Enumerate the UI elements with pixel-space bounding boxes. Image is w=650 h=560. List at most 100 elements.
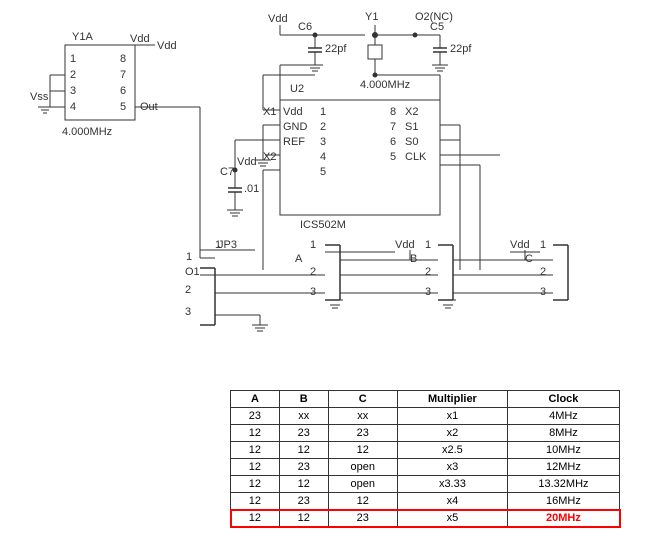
table-cell: open	[328, 459, 397, 476]
table-cell: 10MHz	[507, 442, 619, 459]
table-cell: x2	[397, 425, 507, 442]
svg-text:3: 3	[320, 136, 326, 148]
svg-text:1: 1	[70, 53, 76, 65]
table-cell: 12	[279, 476, 328, 493]
svg-text:7: 7	[390, 121, 396, 133]
table-row: 122323x28MHz	[231, 425, 620, 442]
col-header-c: C	[328, 391, 397, 408]
table-cell: 12	[279, 510, 328, 527]
table-cell: 23	[231, 408, 280, 425]
svg-text:2: 2	[320, 121, 326, 133]
table-row: 121223x520MHz	[231, 510, 620, 527]
svg-text:4: 4	[70, 101, 76, 113]
svg-text:1: 1	[540, 239, 546, 251]
table-cell: 13.32MHz	[507, 476, 619, 493]
svg-text:Vdd: Vdd	[268, 13, 288, 25]
table-cell: 12	[231, 493, 280, 510]
table-cell: x1	[397, 408, 507, 425]
table-row: 122312x416MHz	[231, 493, 620, 510]
svg-text:Vdd: Vdd	[157, 40, 177, 52]
table-cell: 8MHz	[507, 425, 619, 442]
table-cell: 23	[328, 425, 397, 442]
svg-text:REF: REF	[283, 136, 305, 148]
svg-text:8: 8	[390, 106, 396, 118]
svg-text:2: 2	[70, 69, 76, 81]
svg-text:3: 3	[310, 286, 316, 298]
svg-text:.01: .01	[244, 183, 259, 195]
table-row: 1223openx312MHz	[231, 459, 620, 476]
svg-text:1: 1	[320, 106, 326, 118]
table-cell: 12	[231, 425, 280, 442]
table-cell: 23	[328, 510, 397, 527]
svg-text:C6: C6	[298, 21, 312, 33]
svg-text:3: 3	[70, 85, 76, 97]
svg-text:X2: X2	[405, 106, 418, 118]
table-row: 23xxxxx14MHz	[231, 408, 620, 425]
svg-text:Vdd: Vdd	[395, 239, 415, 251]
svg-text:B: B	[410, 253, 417, 265]
svg-text:Y1: Y1	[365, 11, 378, 23]
table-cell: x3	[397, 459, 507, 476]
svg-text:A: A	[295, 253, 303, 265]
svg-text:ICS502M: ICS502M	[300, 219, 346, 231]
col-header-a: A	[231, 391, 280, 408]
svg-text:X1: X1	[263, 106, 276, 118]
table-cell: 20MHz	[507, 510, 619, 527]
svg-text:3: 3	[425, 286, 431, 298]
table-cell: 16MHz	[507, 493, 619, 510]
table-cell: 12	[231, 459, 280, 476]
svg-text:S0: S0	[405, 136, 418, 148]
svg-text:Vdd: Vdd	[510, 239, 530, 251]
svg-text:1: 1	[310, 239, 316, 251]
svg-text:O2(NC): O2(NC)	[415, 11, 453, 23]
svg-text:2: 2	[540, 266, 546, 278]
svg-text:2: 2	[185, 284, 191, 296]
table-cell: x3.33	[397, 476, 507, 493]
svg-text:22pf: 22pf	[450, 43, 472, 55]
svg-text:1: 1	[215, 239, 221, 251]
table-cell: x4	[397, 493, 507, 510]
table-cell: x2.5	[397, 442, 507, 459]
frequency-table: A B C Multiplier Clock 23xxxxx14MHz12232…	[230, 390, 620, 560]
multiplier-table: A B C Multiplier Clock 23xxxxx14MHz12232…	[230, 390, 620, 527]
svg-text:S1: S1	[405, 121, 418, 133]
table-cell: 12	[231, 476, 280, 493]
svg-text:U2: U2	[290, 83, 304, 95]
table-cell: 12	[328, 442, 397, 459]
svg-text:X2: X2	[263, 151, 276, 163]
svg-text:3: 3	[185, 306, 191, 318]
table-cell: 12	[231, 510, 280, 527]
svg-text:2: 2	[310, 266, 316, 278]
svg-text:GND: GND	[283, 121, 308, 133]
svg-text:C: C	[525, 253, 533, 265]
svg-text:6: 6	[120, 85, 126, 97]
table-cell: 23	[279, 459, 328, 476]
svg-text:5: 5	[320, 166, 326, 178]
col-header-mult: Multiplier	[397, 391, 507, 408]
table-row: 1212openx3.3313.32MHz	[231, 476, 620, 493]
svg-text:8: 8	[120, 53, 126, 65]
table-cell: 12	[328, 493, 397, 510]
svg-text:CLK: CLK	[405, 151, 427, 163]
svg-text:4.000MHz: 4.000MHz	[62, 126, 112, 138]
svg-text:3: 3	[540, 286, 546, 298]
svg-text:2: 2	[425, 266, 431, 278]
col-header-b: B	[279, 391, 328, 408]
svg-text:5: 5	[120, 101, 126, 113]
svg-text:7: 7	[120, 69, 126, 81]
table-cell: 23	[279, 425, 328, 442]
svg-text:Vdd: Vdd	[130, 33, 150, 45]
svg-text:Vss: Vss	[30, 91, 49, 103]
svg-text:22pf: 22pf	[325, 43, 347, 55]
svg-text:4: 4	[320, 151, 326, 163]
svg-text:1: 1	[425, 239, 431, 251]
svg-text:1: 1	[186, 251, 192, 263]
table-cell: x5	[397, 510, 507, 527]
table-cell: open	[328, 476, 397, 493]
svg-text:4.000MHz: 4.000MHz	[360, 79, 410, 91]
table-cell: 23	[279, 493, 328, 510]
svg-text:Vdd: Vdd	[283, 106, 303, 118]
svg-text:5: 5	[390, 151, 396, 163]
table-cell: 12	[231, 442, 280, 459]
table-cell: 4MHz	[507, 408, 619, 425]
